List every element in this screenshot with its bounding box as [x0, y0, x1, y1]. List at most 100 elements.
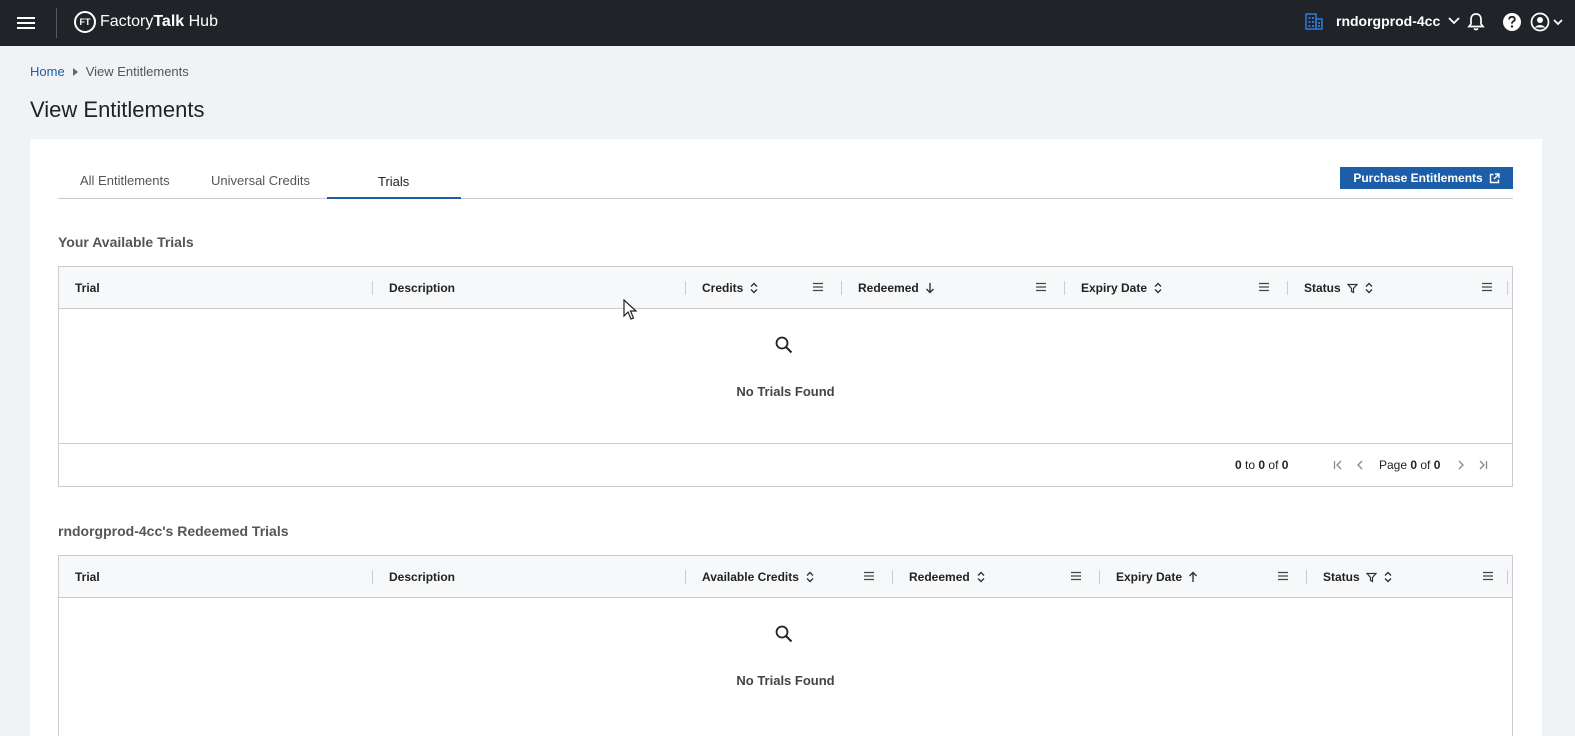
filter-icon[interactable]	[1365, 572, 1377, 583]
breadcrumb-separator-icon	[72, 67, 78, 76]
tab-trials[interactable]: Trials	[378, 174, 409, 189]
search-icon	[775, 625, 793, 643]
sort-unsorted-icon[interactable]	[1153, 282, 1163, 294]
column-resizer[interactable]	[1306, 570, 1307, 584]
available-trials-title: Your Available Trials	[58, 234, 194, 250]
row-count-to-label: to	[1241, 458, 1259, 472]
column-header-status[interactable]: Status	[1306, 556, 1393, 598]
active-tab-indicator	[327, 197, 461, 199]
column-menu-icon[interactable]	[1277, 570, 1289, 582]
page-title: View Entitlements	[30, 97, 205, 122]
app-brand[interactable]: FT Factory Talk Hub	[74, 11, 218, 33]
row-count-from: 0	[1235, 458, 1242, 472]
org-switcher[interactable]: rndorgprod-4cc	[1305, 12, 1460, 30]
sort-unsorted-icon[interactable]	[749, 282, 759, 294]
user-avatar-icon	[1530, 12, 1550, 32]
column-header-expiry-date[interactable]: Expiry Date	[1064, 267, 1163, 309]
column-resizer[interactable]	[685, 570, 686, 584]
breadcrumb-current: View Entitlements	[85, 64, 189, 79]
page-total: 0	[1433, 458, 1441, 472]
column-resizer[interactable]	[1064, 281, 1065, 295]
filter-icon[interactable]	[1346, 283, 1358, 294]
brand-suffix: Hub	[184, 13, 218, 30]
sort-unsorted-icon[interactable]	[976, 571, 986, 583]
row-count-of-label: of	[1265, 458, 1282, 472]
column-menu-icon[interactable]	[1070, 570, 1082, 582]
column-header-trial[interactable]: Trial	[75, 556, 100, 598]
previous-page-icon[interactable]	[1349, 457, 1371, 473]
column-header-redeemed[interactable]: Redeemed	[892, 556, 986, 598]
hamburger-menu-icon[interactable]	[17, 14, 35, 30]
page-indicator: Page 0 of 0	[1379, 458, 1440, 472]
first-page-icon[interactable]	[1327, 457, 1349, 473]
column-resizer[interactable]	[1507, 281, 1508, 295]
row-count: 0 to 0 of 0	[1235, 458, 1288, 472]
column-header-available-credits[interactable]: Available Credits	[685, 556, 815, 598]
column-label: Credits	[702, 281, 744, 295]
purchase-entitlements-button[interactable]: Purchase Entitlements	[1340, 167, 1513, 189]
column-menu-icon[interactable]	[1035, 281, 1047, 293]
factorytalk-logo-icon: FT	[74, 11, 96, 33]
column-label: Redeemed	[858, 281, 919, 295]
sort-descending-icon[interactable]	[925, 282, 935, 294]
column-menu-icon[interactable]	[1258, 281, 1270, 293]
breadcrumb: Home View Entitlements	[30, 64, 189, 79]
redeemed-trials-title: rndorgprod-4cc's Redeemed Trials	[58, 523, 289, 539]
column-resizer[interactable]	[372, 281, 373, 295]
user-menu[interactable]	[1530, 12, 1563, 32]
column-menu-icon[interactable]	[812, 281, 824, 293]
next-page-icon[interactable]	[1450, 457, 1472, 473]
column-menu-icon[interactable]	[1482, 570, 1494, 582]
header-divider	[56, 8, 57, 38]
column-label: Description	[389, 281, 456, 295]
column-header-description[interactable]: Description	[372, 267, 456, 309]
search-icon	[775, 336, 793, 354]
column-header-trial[interactable]: Trial	[75, 267, 100, 309]
available-trials-body: No Trials Found	[59, 309, 1512, 443]
column-header-expiry-date[interactable]: Expiry Date	[1099, 556, 1198, 598]
org-name: rndorgprod-4cc	[1336, 13, 1441, 29]
redeemed-trials-body: No Trials Found	[59, 598, 1512, 732]
tab-bar: All Entitlements Universal Credits Trial…	[58, 167, 1513, 199]
last-page-icon[interactable]	[1472, 457, 1494, 473]
column-label: Trial	[75, 281, 100, 295]
column-menu-icon[interactable]	[863, 570, 875, 582]
notification-bell-icon[interactable]	[1466, 12, 1486, 32]
column-header-credits[interactable]: Credits	[685, 267, 759, 309]
user-chevron-down-icon	[1553, 18, 1563, 25]
tab-universal-credits[interactable]: Universal Credits	[211, 173, 310, 188]
sort-ascending-icon[interactable]	[1188, 571, 1198, 583]
column-resizer[interactable]	[685, 281, 686, 295]
column-resizer[interactable]	[1099, 570, 1100, 584]
entitlements-card: All Entitlements Universal Credits Trial…	[30, 139, 1542, 736]
column-resizer[interactable]	[1507, 570, 1508, 584]
page-of-label: of	[1417, 458, 1434, 472]
available-trials-header: Trial Description Credits Redeemed Expir…	[59, 267, 1512, 309]
building-icon	[1305, 13, 1323, 30]
redeemed-trials-grid: Trial Description Available Credits Rede…	[58, 555, 1513, 736]
column-menu-icon[interactable]	[1481, 281, 1493, 293]
sort-unsorted-icon[interactable]	[805, 571, 815, 583]
column-resizer[interactable]	[892, 570, 893, 584]
column-label: Redeemed	[909, 570, 970, 584]
help-icon[interactable]	[1502, 12, 1522, 32]
column-resizer[interactable]	[841, 281, 842, 295]
column-resizer[interactable]	[1287, 281, 1288, 295]
sort-unsorted-icon[interactable]	[1383, 571, 1393, 583]
column-resizer[interactable]	[372, 570, 373, 584]
column-label: Status	[1323, 570, 1360, 584]
pager: Page 0 of 0	[1327, 457, 1494, 473]
chevron-down-icon	[1448, 17, 1460, 25]
mouse-cursor-icon	[623, 299, 637, 320]
page-label: Page	[1379, 458, 1411, 472]
breadcrumb-home-link[interactable]: Home	[30, 64, 65, 79]
column-header-description[interactable]: Description	[372, 556, 456, 598]
tab-all-entitlements[interactable]: All Entitlements	[80, 173, 170, 188]
available-trials-pagination: 0 to 0 of 0 Page 0 of 0	[59, 443, 1512, 486]
column-header-redeemed[interactable]: Redeemed	[841, 267, 935, 309]
sort-unsorted-icon[interactable]	[1364, 282, 1374, 294]
column-label: Description	[389, 570, 456, 584]
row-count-total: 0	[1281, 458, 1289, 472]
column-label: Trial	[75, 570, 100, 584]
column-header-status[interactable]: Status	[1287, 267, 1374, 309]
